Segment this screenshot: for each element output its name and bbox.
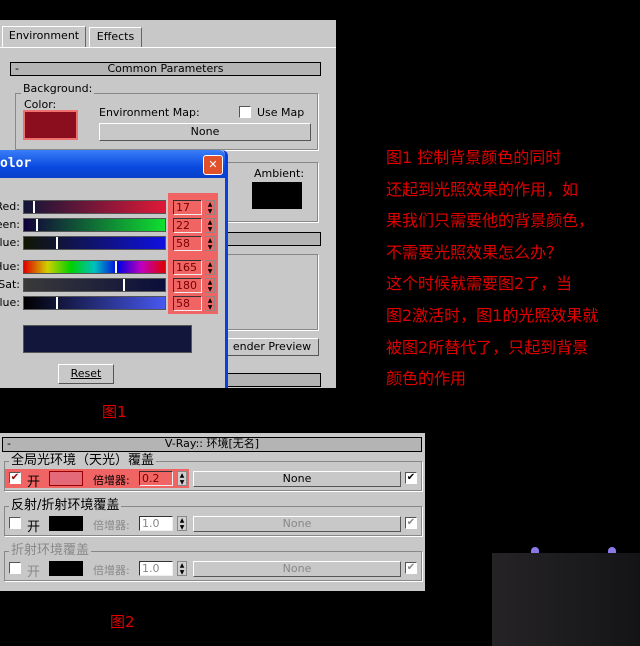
- color-slider[interactable]: [23, 218, 166, 232]
- ambient-label: Ambient:: [254, 167, 305, 180]
- override-color-swatch[interactable]: [49, 471, 83, 486]
- slider-thumb[interactable]: [36, 219, 38, 231]
- multiplier-label: 倍增器:: [93, 564, 130, 577]
- color-value-input[interactable]: 17: [173, 200, 202, 215]
- ambient-color-swatch[interactable]: [252, 182, 302, 209]
- note-line: 还起到光照效果的作用，如: [386, 179, 579, 199]
- slider-thumb[interactable]: [56, 297, 58, 309]
- spinner-arrows[interactable]: ▲ ▼: [205, 278, 215, 293]
- override-map-button[interactable]: None: [193, 471, 401, 487]
- background-color-swatch[interactable]: [23, 110, 78, 140]
- render-preview-button[interactable]: ender Preview: [225, 338, 319, 356]
- background-group-label: Background:: [21, 82, 95, 95]
- spinner-arrows[interactable]: ▲ ▼: [205, 200, 215, 215]
- purple-marker: [608, 547, 616, 553]
- color-slider[interactable]: [23, 296, 166, 310]
- color-slider[interactable]: [23, 278, 166, 292]
- use-map-label: Use Map: [257, 106, 305, 119]
- use-map-checkbox[interactable]: [239, 106, 251, 118]
- color-slider[interactable]: [23, 236, 166, 250]
- on-label: 开: [27, 520, 41, 535]
- multiplier-spinner[interactable]: ▲ ▼: [177, 561, 187, 576]
- slider-thumb[interactable]: [56, 237, 58, 249]
- override-map-button[interactable]: None: [193, 516, 401, 532]
- color-value-input[interactable]: 58: [173, 236, 202, 251]
- rollout-header[interactable]: [225, 373, 321, 387]
- color-value-input[interactable]: 180: [173, 278, 202, 293]
- map-enable-checkbox[interactable]: ✔: [405, 562, 417, 574]
- slider-thumb[interactable]: [115, 261, 117, 273]
- override-on-checkbox[interactable]: ✔: [9, 472, 21, 484]
- override-on-checkbox[interactable]: [9, 517, 21, 529]
- note-line: 被图2所替代了，只起到背景: [386, 337, 589, 357]
- override-group-label: 反射/折射环境覆盖: [9, 498, 122, 513]
- color-row-label: alue:: [0, 296, 20, 309]
- figure-1-caption: 图1: [102, 403, 127, 421]
- multiplier-label: 倍增器:: [93, 519, 130, 532]
- close-button[interactable]: ✕: [203, 155, 223, 175]
- spinner-arrows[interactable]: ▲ ▼: [205, 236, 215, 251]
- override-group-label: 折射环境覆盖: [9, 543, 92, 558]
- note-line: 图1 控制背景颜色的同时: [386, 148, 562, 167]
- multiplier-spinner[interactable]: ▲ ▼: [177, 471, 187, 486]
- reset-button[interactable]: Reset: [58, 364, 114, 384]
- spinner-arrows[interactable]: ▲ ▼: [205, 218, 215, 233]
- environment-map-button[interactable]: None: [99, 123, 311, 141]
- multiplier-input[interactable]: 1.0: [139, 516, 173, 531]
- tab-effects[interactable]: Effects: [89, 27, 142, 47]
- viewport-fragment: [492, 553, 640, 646]
- color-selector-dialog: olor ✕ Red: 17 ▲▼ een: 22 ▲▼ Blue: 58 ▲▼ Hu…: [0, 150, 228, 388]
- override-map-button[interactable]: None: [193, 561, 401, 577]
- on-label: 开: [27, 475, 41, 490]
- tab-content-border: [0, 47, 336, 48]
- on-label: 开: [27, 565, 41, 580]
- override-color-swatch[interactable]: [49, 516, 83, 531]
- multiplier-spinner[interactable]: ▲ ▼: [177, 516, 187, 531]
- color-value-input[interactable]: 58: [173, 296, 202, 311]
- vray-environment-panel: - V-Ray:: 环境[无名] 全局光环境（天光）覆盖 ✔ 开 倍增器: 0.2 …: [0, 433, 425, 591]
- slider-thumb[interactable]: [33, 201, 35, 213]
- color-preview-swatch: [23, 325, 192, 353]
- override-group-label: 全局光环境（天光）覆盖: [9, 453, 157, 468]
- multiplier-input[interactable]: 1.0: [139, 561, 173, 576]
- color-value-input[interactable]: 22: [173, 218, 202, 233]
- color-row-label: een:: [0, 218, 20, 231]
- color-row-label: Sat:: [0, 278, 20, 291]
- note-line: 图2激活时，图1的光照效果就: [386, 306, 599, 325]
- figure-2-caption: 图2: [110, 613, 135, 631]
- color-row-label: Blue:: [0, 236, 20, 249]
- slider-thumb[interactable]: [123, 279, 125, 291]
- dialog-title-bar[interactable]: olor ✕: [0, 150, 225, 178]
- spinner-arrows[interactable]: ▲ ▼: [205, 296, 215, 311]
- spinner-arrows[interactable]: ▲ ▼: [205, 260, 215, 275]
- color-row-label: Red:: [0, 200, 20, 213]
- multiplier-input[interactable]: 0.2: [139, 471, 173, 486]
- override-on-checkbox[interactable]: [9, 562, 21, 574]
- note-line: 这个时候就需要图2了，当: [386, 274, 573, 294]
- close-icon: ✕: [208, 158, 218, 171]
- note-line: 不需要光照效果怎么办？: [386, 242, 563, 262]
- note-line: 果我们只需要他的背景颜色，: [386, 211, 595, 231]
- color-value-input[interactable]: 165: [173, 260, 202, 275]
- preview-box: [225, 254, 318, 330]
- map-enable-checkbox[interactable]: ✔: [405, 517, 417, 529]
- vray-environment-rollout[interactable]: - V-Ray:: 环境[无名]: [2, 437, 422, 452]
- rollout-header[interactable]: [225, 232, 321, 246]
- dialog-title: olor: [0, 156, 32, 171]
- purple-marker: [531, 547, 539, 553]
- rollout-common-parameters[interactable]: - Common Parameters: [10, 62, 321, 76]
- color-slider[interactable]: [23, 260, 166, 274]
- color-slider[interactable]: [23, 200, 166, 214]
- tab-environment[interactable]: Environment: [2, 26, 86, 47]
- note-line: 颜色的作用: [386, 369, 467, 389]
- multiplier-label: 倍增器:: [93, 474, 130, 487]
- environment-map-label: Environment Map:: [99, 106, 200, 119]
- map-enable-checkbox[interactable]: ✔: [405, 472, 417, 484]
- override-color-swatch[interactable]: [49, 561, 83, 576]
- color-row-label: Hue:: [0, 260, 20, 273]
